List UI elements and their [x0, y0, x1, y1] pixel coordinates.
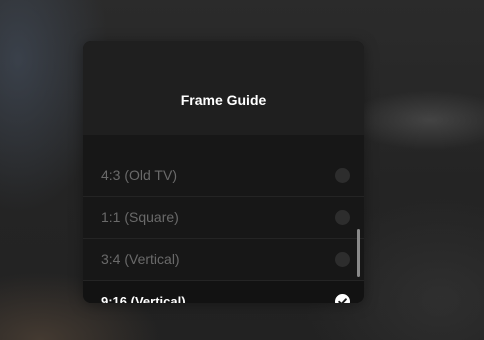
- option-label: 4:3 (Old TV): [101, 167, 177, 183]
- radio-circle-icon[interactable]: [335, 168, 350, 183]
- option-9-16-vertical[interactable]: 9:16 (Vertical): [83, 281, 364, 303]
- option-label: 3:4 (Vertical): [101, 251, 180, 267]
- radio-circle-icon[interactable]: [335, 252, 350, 267]
- radio-circle-icon[interactable]: [335, 210, 350, 225]
- option-label: 1:1 (Square): [101, 209, 179, 225]
- option-label: 9:16 (Vertical): [101, 294, 186, 303]
- option-4-3-old-tv[interactable]: 4:3 (Old TV): [83, 155, 364, 197]
- option-1-1-square[interactable]: 1:1 (Square): [83, 197, 364, 239]
- frame-guide-options-list[interactable]: 4:3 (Old TV) 1:1 (Square) 3:4 (Vertical)…: [83, 155, 364, 303]
- check-circle-icon[interactable]: [335, 294, 350, 303]
- scrollbar-thumb[interactable]: [357, 229, 360, 277]
- option-3-4-vertical[interactable]: 3:4 (Vertical): [83, 239, 364, 281]
- dialog-title: Frame Guide: [180, 92, 267, 108]
- dialog-header: Frame Guide: [83, 41, 364, 135]
- frame-guide-dialog: 4:3 (Old TV) 1:1 (Square) 3:4 (Vertical)…: [83, 41, 364, 303]
